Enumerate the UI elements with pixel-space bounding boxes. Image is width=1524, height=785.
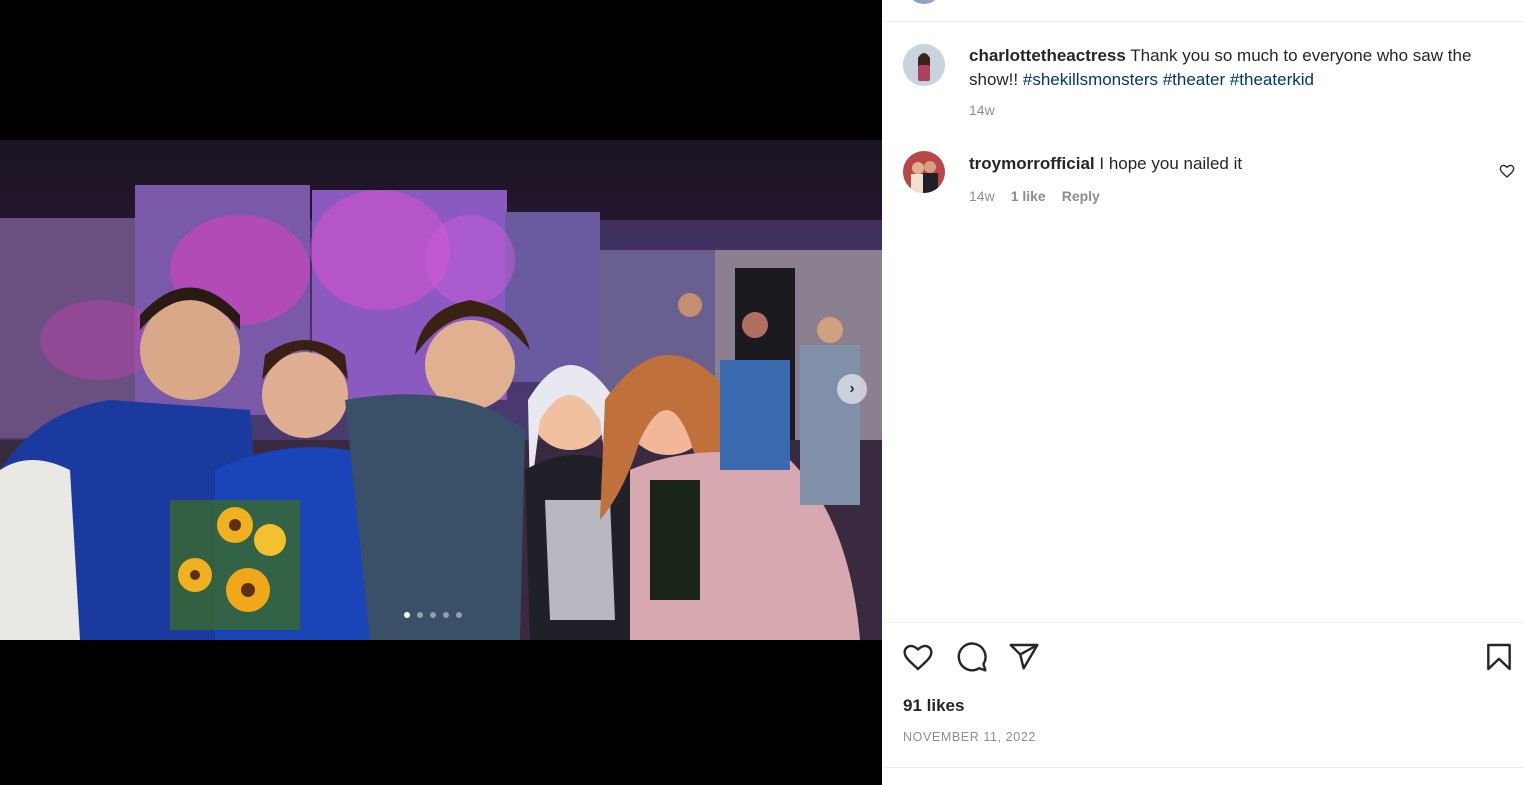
post-media: ›	[0, 0, 882, 785]
divider	[882, 622, 1524, 623]
caption-age: 14w	[969, 102, 995, 118]
carousel-dot	[443, 612, 449, 618]
paper-plane-icon	[1009, 643, 1039, 670]
caption-username[interactable]: charlottetheactress	[969, 46, 1126, 65]
comment-text: troymorrofficial I hope you nailed it	[969, 152, 1504, 176]
like-button[interactable]	[901, 640, 935, 674]
carousel-dot	[404, 612, 410, 618]
carousel-next-button[interactable]: ›	[837, 374, 867, 404]
post-photo[interactable]	[0, 140, 882, 640]
carousel-dot	[417, 612, 423, 618]
likes-count[interactable]: 91 likes	[903, 696, 964, 716]
comment-age: 14w	[969, 188, 995, 204]
chevron-right-icon: ›	[849, 380, 855, 397]
divider	[882, 767, 1524, 768]
comment-button[interactable]	[955, 640, 989, 674]
comment-like-button[interactable]	[1499, 163, 1515, 179]
post-date: NOVEMBER 11, 2022	[903, 730, 1036, 744]
heart-icon	[1499, 164, 1515, 178]
save-button[interactable]	[1482, 640, 1516, 674]
comment-icon	[957, 642, 987, 672]
comment-meta: 14w 1 like Reply	[969, 188, 1100, 204]
hashtag-link[interactable]: #shekillsmonsters	[1023, 70, 1158, 89]
avatar[interactable]	[903, 44, 945, 86]
share-button[interactable]	[1007, 640, 1041, 674]
heart-icon	[903, 644, 933, 671]
caption-meta: 14w	[969, 102, 995, 118]
caption-text: charlottetheactress Thank you so much to…	[969, 44, 1504, 92]
photo-illustration	[0, 185, 882, 640]
avatar[interactable]	[903, 151, 945, 193]
carousel-indicator	[404, 612, 462, 618]
comment-username[interactable]: troymorrofficial	[969, 154, 1095, 173]
post-header-edge	[882, 0, 1524, 22]
author-avatar-header[interactable]	[906, 0, 942, 4]
carousel-dot	[456, 612, 462, 618]
hashtag-link[interactable]: #theaterkid	[1230, 70, 1314, 89]
commenter-avatar-image	[903, 151, 945, 193]
post-side-panel: charlottetheactress Thank you so much to…	[882, 0, 1524, 785]
comment-likes-link[interactable]: 1 like	[1011, 188, 1046, 204]
comment-body: I hope you nailed it	[1099, 154, 1243, 173]
carousel-dot	[430, 612, 436, 618]
reply-button[interactable]: Reply	[1062, 188, 1100, 204]
author-avatar-image	[903, 44, 945, 86]
bookmark-icon	[1487, 643, 1511, 671]
hashtag-link[interactable]: #theater	[1163, 70, 1225, 89]
